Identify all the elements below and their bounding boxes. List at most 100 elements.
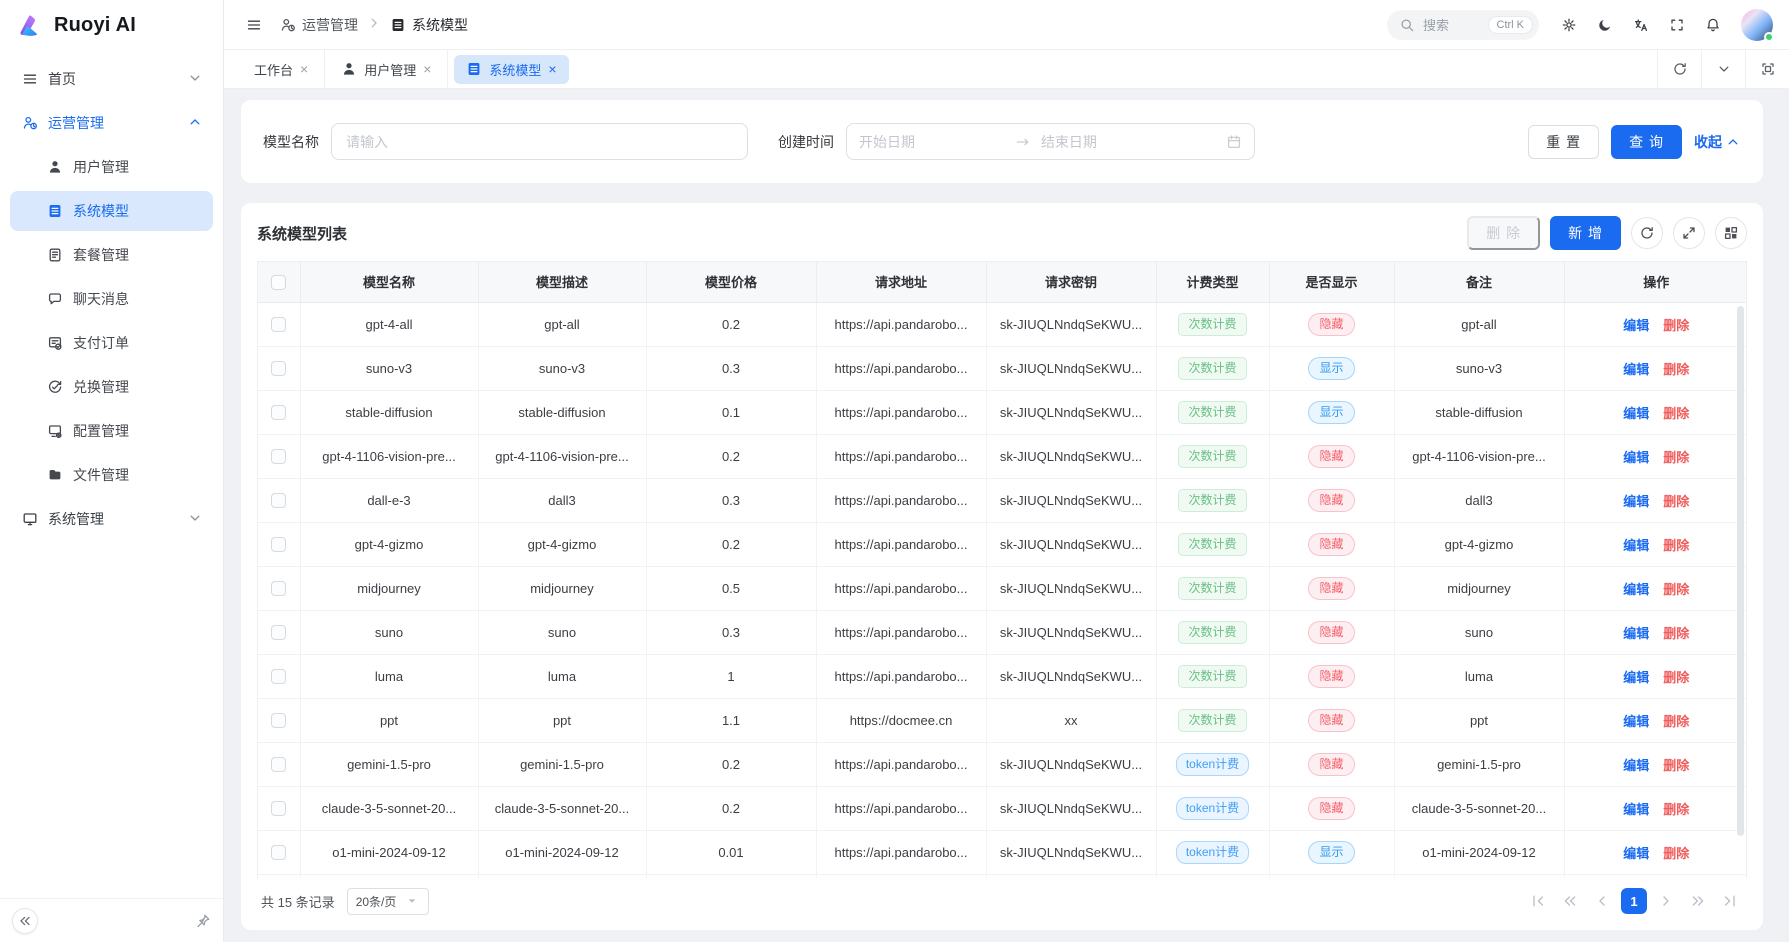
- language-button[interactable]: [1627, 11, 1655, 39]
- delete-link[interactable]: 删除: [1663, 538, 1689, 553]
- notifications-button[interactable]: [1699, 11, 1727, 39]
- row-checkbox[interactable]: [271, 493, 286, 508]
- sidebar-item-0[interactable]: 用户管理: [10, 147, 213, 187]
- sidebar-group-0[interactable]: 首页: [10, 59, 213, 99]
- edit-link[interactable]: 编辑: [1623, 318, 1649, 333]
- cell-price: 0.01: [646, 830, 816, 874]
- delete-link[interactable]: 删除: [1663, 802, 1689, 817]
- pin-icon[interactable]: [195, 913, 211, 929]
- breadcrumb-item-1[interactable]: 系统模型: [390, 15, 468, 35]
- tabs-refresh-button[interactable]: [1657, 50, 1701, 88]
- table-columns-button[interactable]: [1715, 217, 1747, 249]
- theme-toggle-button[interactable]: [1591, 11, 1619, 39]
- row-checkbox[interactable]: [271, 449, 286, 464]
- delete-button[interactable]: 删 除: [1467, 216, 1540, 250]
- visibility-tag: 隐藏: [1308, 709, 1354, 732]
- cell-url: https://api.pandarobo...: [816, 390, 986, 434]
- tabs-menu-button[interactable]: [1701, 50, 1745, 88]
- avatar[interactable]: [1741, 9, 1773, 41]
- row-checkbox[interactable]: [271, 801, 286, 816]
- sidebar-item-5[interactable]: 兑换管理: [10, 367, 213, 407]
- page-size-select[interactable]: 20条/页: [347, 888, 430, 915]
- edit-link[interactable]: 编辑: [1623, 670, 1649, 685]
- tabs-maximize-button[interactable]: [1745, 50, 1789, 88]
- row-checkbox[interactable]: [271, 845, 286, 860]
- table-scrollbar-thumb[interactable]: [1737, 306, 1744, 836]
- table-refresh-button[interactable]: [1631, 217, 1663, 249]
- edit-link[interactable]: 编辑: [1623, 802, 1649, 817]
- delete-link[interactable]: 删除: [1663, 670, 1689, 685]
- select-all-checkbox[interactable]: [271, 275, 286, 290]
- edit-link[interactable]: 编辑: [1623, 714, 1649, 729]
- edit-link[interactable]: 编辑: [1623, 450, 1649, 465]
- row-checkbox[interactable]: [271, 405, 286, 420]
- edit-link[interactable]: 编辑: [1623, 406, 1649, 421]
- delete-link[interactable]: 删除: [1663, 406, 1689, 421]
- prev-group-button[interactable]: [1557, 888, 1583, 914]
- row-checkbox[interactable]: [271, 317, 286, 332]
- edit-link[interactable]: 编辑: [1623, 494, 1649, 509]
- tab-close-icon[interactable]: ×: [300, 61, 308, 77]
- current-page-button[interactable]: 1: [1621, 888, 1647, 914]
- row-checkbox[interactable]: [271, 713, 286, 728]
- delete-link[interactable]: 删除: [1663, 450, 1689, 465]
- tab-1[interactable]: 用户管理×: [325, 50, 448, 88]
- edit-link[interactable]: 编辑: [1623, 758, 1649, 773]
- reset-button[interactable]: 重 置: [1528, 125, 1599, 159]
- last-page-button[interactable]: [1717, 888, 1743, 914]
- delete-link[interactable]: 删除: [1663, 714, 1689, 729]
- tab-2[interactable]: 系统模型×: [448, 50, 574, 88]
- brand[interactable]: Ruoyi AI: [0, 0, 223, 50]
- date-range-input[interactable]: 开始日期 结束日期: [846, 123, 1255, 160]
- tab-close-icon[interactable]: ×: [548, 61, 556, 77]
- row-checkbox[interactable]: [271, 361, 286, 376]
- collapse-filter-link[interactable]: 收起: [1694, 132, 1741, 152]
- billing-type-tag: 次数计费: [1178, 665, 1246, 688]
- cell-desc: gemini-1.5-pro: [478, 742, 646, 786]
- delete-link[interactable]: 删除: [1663, 318, 1689, 333]
- table-expand-button[interactable]: [1673, 217, 1705, 249]
- sidebar-item-1[interactable]: 系统模型: [10, 191, 213, 231]
- edit-link[interactable]: 编辑: [1623, 582, 1649, 597]
- global-search[interactable]: 搜索 Ctrl K: [1387, 10, 1539, 40]
- tab-close-icon[interactable]: ×: [423, 61, 431, 77]
- add-button[interactable]: 新 增: [1550, 216, 1621, 250]
- delete-link[interactable]: 删除: [1663, 582, 1689, 597]
- sidebar-item-6[interactable]: 配置管理: [10, 411, 213, 451]
- row-checkbox[interactable]: [271, 625, 286, 640]
- tab-bar-actions: [1657, 50, 1789, 88]
- next-page-button[interactable]: [1653, 888, 1679, 914]
- row-checkbox[interactable]: [271, 581, 286, 596]
- edit-link[interactable]: 编辑: [1623, 538, 1649, 553]
- first-page-button[interactable]: [1525, 888, 1551, 914]
- tab-0[interactable]: 工作台×: [238, 50, 325, 88]
- query-button[interactable]: 查 询: [1611, 125, 1682, 159]
- delete-link[interactable]: 删除: [1663, 846, 1689, 861]
- prev-page-button[interactable]: [1589, 888, 1615, 914]
- row-checkbox[interactable]: [271, 669, 286, 684]
- visibility-tag: 显示: [1308, 841, 1354, 864]
- sidebar-item-4[interactable]: 支付订单: [10, 323, 213, 363]
- sidebar-item-3[interactable]: 聊天消息: [10, 279, 213, 319]
- fullscreen-button[interactable]: [1663, 11, 1691, 39]
- delete-link[interactable]: 删除: [1663, 626, 1689, 641]
- edit-link[interactable]: 编辑: [1623, 362, 1649, 377]
- model-name-input[interactable]: [331, 123, 748, 160]
- row-checkbox[interactable]: [271, 537, 286, 552]
- settings-button[interactable]: [1555, 11, 1583, 39]
- delete-link[interactable]: 删除: [1663, 362, 1689, 377]
- sidebar-item-7[interactable]: 文件管理: [10, 455, 213, 495]
- next-group-button[interactable]: [1685, 888, 1711, 914]
- sidebar-item-2[interactable]: 套餐管理: [10, 235, 213, 275]
- breadcrumb-item-0[interactable]: 运营管理: [280, 15, 358, 35]
- edit-link[interactable]: 编辑: [1623, 846, 1649, 861]
- sidebar-collapse-button[interactable]: [12, 908, 38, 934]
- row-checkbox[interactable]: [271, 757, 286, 772]
- delete-link[interactable]: 删除: [1663, 758, 1689, 773]
- edit-link[interactable]: 编辑: [1623, 626, 1649, 641]
- double-chevron-left-icon: [1562, 893, 1578, 909]
- sidebar-group-1[interactable]: 运营管理: [10, 103, 213, 143]
- sidebar-group-2[interactable]: 系统管理: [10, 499, 213, 539]
- delete-link[interactable]: 删除: [1663, 494, 1689, 509]
- sidebar-toggle-button[interactable]: [240, 11, 268, 39]
